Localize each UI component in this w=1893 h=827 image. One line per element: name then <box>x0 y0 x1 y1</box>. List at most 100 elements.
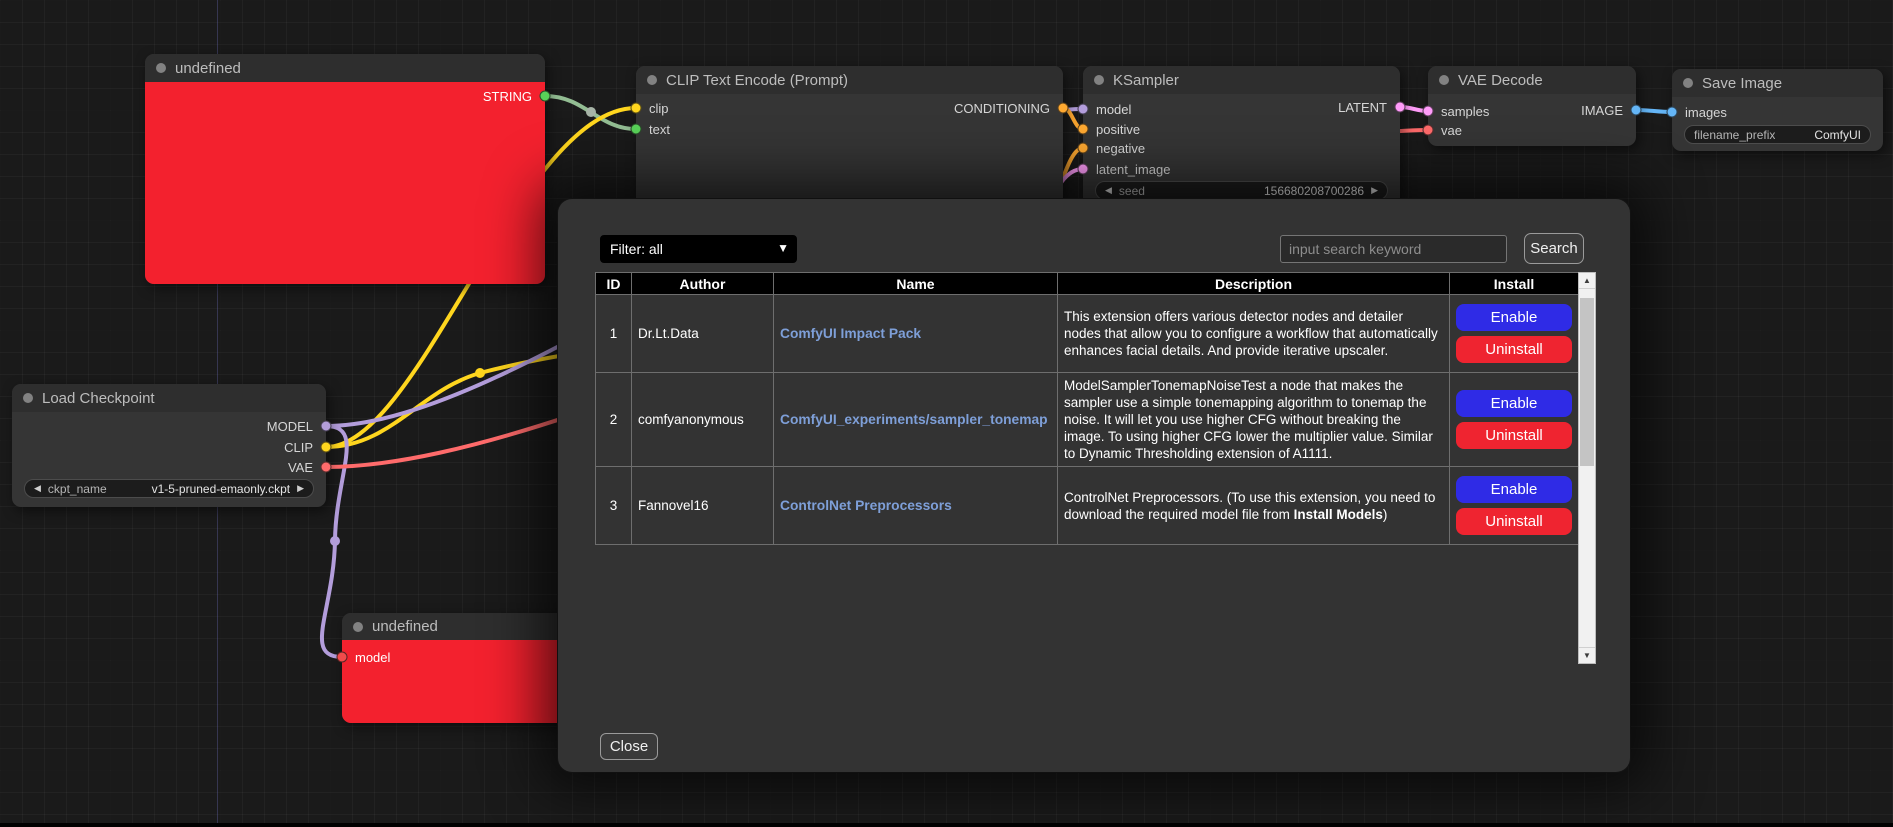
enable-button[interactable]: Enable <box>1456 390 1572 417</box>
scrollbar[interactable]: ▲ ▼ <box>1578 272 1596 664</box>
model-port-dot[interactable] <box>337 652 348 663</box>
header-install: Install <box>1450 273 1579 295</box>
decrement-arrow-icon[interactable]: ◀ <box>1105 185 1112 196</box>
extension-name-cell: ComfyUI Impact Pack <box>774 295 1058 373</box>
collapse-dot-icon[interactable] <box>1094 75 1104 85</box>
collapse-dot-icon[interactable] <box>1439 75 1449 85</box>
input-negative[interactable]: negative <box>1083 141 1400 155</box>
extension-link[interactable]: ControlNet Preprocessors <box>780 498 952 513</box>
input-images[interactable]: images <box>1672 105 1883 119</box>
port-label: MODEL <box>267 419 313 434</box>
extension-link[interactable]: ComfyUI Impact Pack <box>780 326 921 341</box>
extension-install-cell: Enable Uninstall <box>1450 295 1579 373</box>
node-body-error <box>145 82 545 284</box>
ckpt-name-widget[interactable]: ◀ ckpt_name v1-5-pruned-emaonly.ckpt ▶ <box>24 479 314 498</box>
uninstall-button[interactable]: Uninstall <box>1456 508 1572 535</box>
latent-out-port-dot[interactable] <box>1395 102 1406 113</box>
scroll-down-icon[interactable]: ▼ <box>1579 647 1595 663</box>
scroll-up-icon[interactable]: ▲ <box>1579 273 1595 289</box>
port-label: latent_image <box>1096 162 1170 177</box>
seed-widget[interactable]: ◀ seed 156680208700286 ▶ <box>1095 181 1388 200</box>
close-button[interactable]: Close <box>600 733 658 760</box>
extension-id: 2 <box>596 373 632 467</box>
extension-description: This extension offers various detector n… <box>1058 295 1450 373</box>
input-latent-image[interactable]: latent_image <box>1083 162 1400 176</box>
node-title: Save Image <box>1702 75 1782 92</box>
node-title: VAE Decode <box>1458 72 1543 89</box>
input-text[interactable]: text <box>636 122 1063 136</box>
port-label: STRING <box>483 89 532 104</box>
filter-dropdown[interactable]: Filter: all ▼ <box>600 235 797 263</box>
vae-out-port-dot[interactable] <box>321 462 332 473</box>
extension-id: 1 <box>596 295 632 373</box>
extension-description: ControlNet Preprocessors. (To use this e… <box>1058 467 1450 545</box>
extension-row: 1Dr.Lt.Data ComfyUI Impact Pack This exten… <box>596 295 1579 373</box>
output-string[interactable]: STRING <box>145 89 545 103</box>
port-label: vae <box>1441 123 1462 138</box>
filter-select[interactable]: Filter: all <box>600 235 797 263</box>
node-title-bar[interactable]: KSampler <box>1083 66 1400 94</box>
search-button[interactable]: Search <box>1524 233 1584 264</box>
output-vae[interactable]: VAE <box>12 460 326 474</box>
collapse-dot-icon[interactable] <box>353 622 363 632</box>
output-clip[interactable]: CLIP <box>12 440 326 454</box>
extension-author: Fannovel16 <box>632 467 774 545</box>
node-load-checkpoint[interactable]: Load Checkpoint MODEL CLIP VAE ◀ ckpt_na… <box>12 384 326 507</box>
string-port-dot[interactable] <box>540 91 551 102</box>
output-conditioning[interactable]: CONDITIONING <box>636 101 1063 115</box>
description-text: ModelSamplerTonemapNoiseTest a node that… <box>1064 378 1433 461</box>
wire-dot-model <box>330 536 340 546</box>
input-positive[interactable]: positive <box>1083 122 1400 136</box>
image-port-dot[interactable] <box>1631 105 1642 116</box>
port-label: positive <box>1096 122 1140 137</box>
enable-button[interactable]: Enable <box>1456 304 1572 331</box>
node-title-bar[interactable]: VAE Decode <box>1428 66 1636 94</box>
positive-port-dot[interactable] <box>1078 124 1089 135</box>
extension-row: 3Fannovel16ControlNet PreprocessorsContr… <box>596 467 1579 545</box>
negative-port-dot[interactable] <box>1078 143 1089 154</box>
clip-out-port-dot[interactable] <box>321 442 332 453</box>
node-title-bar[interactable]: undefined <box>145 54 545 82</box>
widget-value: v1-5-pruned-emaonly.ckpt <box>152 482 291 496</box>
port-label: images <box>1685 105 1727 120</box>
images-port-dot[interactable] <box>1667 107 1678 118</box>
node-title-bar[interactable]: Load Checkpoint <box>12 384 326 412</box>
text-port-dot[interactable] <box>631 124 642 135</box>
collapse-dot-icon[interactable] <box>156 63 166 73</box>
scroll-thumb[interactable] <box>1580 298 1594 466</box>
wire-dot-string <box>586 107 596 117</box>
latent-port-dot[interactable] <box>1078 164 1089 175</box>
search-input[interactable] <box>1280 235 1507 263</box>
port-label: text <box>649 122 670 137</box>
vae-port-dot[interactable] <box>1423 125 1434 136</box>
output-model[interactable]: MODEL <box>12 419 326 433</box>
output-latent[interactable]: LATENT <box>1083 100 1400 114</box>
uninstall-button[interactable]: Uninstall <box>1456 422 1572 449</box>
node-title-bar[interactable]: CLIP Text Encode (Prompt) <box>636 66 1063 94</box>
enable-button[interactable]: Enable <box>1456 476 1572 503</box>
collapse-dot-icon[interactable] <box>23 393 33 403</box>
decrement-arrow-icon[interactable]: ◀ <box>34 483 41 494</box>
uninstall-button[interactable]: Uninstall <box>1456 336 1572 363</box>
collapse-dot-icon[interactable] <box>1683 78 1693 88</box>
node-graph-canvas[interactable]: undefined STRING CLIP Text Encode (Promp… <box>0 0 1893 827</box>
widget-label: seed <box>1119 184 1145 198</box>
increment-arrow-icon[interactable]: ▶ <box>297 483 304 494</box>
conditioning-port-dot[interactable] <box>1058 103 1069 114</box>
output-image[interactable]: IMAGE <box>1428 103 1636 117</box>
node-title-bar[interactable]: Save Image <box>1672 69 1883 97</box>
model-out-port-dot[interactable] <box>321 421 332 432</box>
node-undefined-top[interactable]: undefined STRING <box>145 54 545 284</box>
extension-author: Dr.Lt.Data <box>632 295 774 373</box>
port-label: VAE <box>288 460 313 475</box>
node-vae-decode[interactable]: VAE Decode samples vae IMAGE <box>1428 66 1636 146</box>
extension-link[interactable]: ComfyUI_experiments/sampler_tonemap <box>780 412 1048 427</box>
filename-prefix-widget[interactable]: filename_prefix ComfyUI <box>1684 125 1871 144</box>
widget-label: filename_prefix <box>1694 128 1775 142</box>
collapse-dot-icon[interactable] <box>647 75 657 85</box>
node-save-image[interactable]: Save Image images filename_prefix ComfyU… <box>1672 69 1883 151</box>
extension-name-cell: ControlNet Preprocessors <box>774 467 1058 545</box>
port-label: negative <box>1096 141 1145 156</box>
input-vae[interactable]: vae <box>1428 123 1636 137</box>
increment-arrow-icon[interactable]: ▶ <box>1371 185 1378 196</box>
